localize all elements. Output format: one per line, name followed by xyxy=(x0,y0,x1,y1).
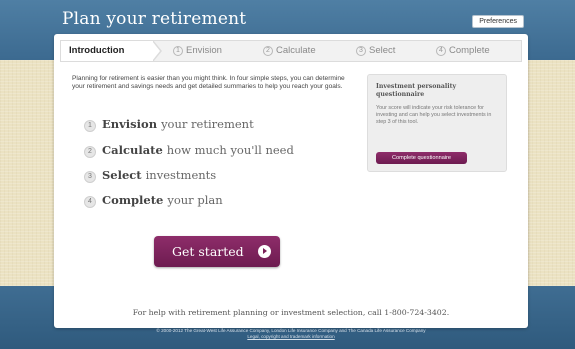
get-started-label: Get started xyxy=(172,244,244,259)
step-number-icon: 2 xyxy=(263,46,273,56)
step-rest: investments xyxy=(145,168,217,182)
step-strong: Calculate xyxy=(102,143,163,157)
step-item: 1 Envision your retirement xyxy=(84,117,254,133)
tab-calculate[interactable]: 2 Calculate xyxy=(263,41,316,61)
footer: © 2000-2012 The Great-West Life Assuranc… xyxy=(54,328,528,340)
step-rest: how much you'll need xyxy=(166,143,294,157)
app-title: Plan your retirement xyxy=(62,9,247,29)
step-item: 3 Select investments xyxy=(84,168,216,184)
preferences-button[interactable]: Preferences xyxy=(472,15,524,28)
tab-label: Introduction xyxy=(69,45,125,56)
step-number-icon: 3 xyxy=(356,46,366,56)
questionnaire-text: Your score will indicate your risk toler… xyxy=(376,105,492,125)
complete-questionnaire-button[interactable]: Complete questionnaire xyxy=(376,152,467,164)
tab-label: Calculate xyxy=(276,45,316,56)
tab-arrow xyxy=(152,41,160,61)
tab-envision[interactable]: 1 Envision xyxy=(173,41,222,61)
questionnaire-box: Investment personality questionnaire You… xyxy=(367,74,507,172)
legal-link[interactable]: Legal, copyright and trademark informati… xyxy=(54,334,528,340)
arrow-right-icon xyxy=(258,245,271,258)
tab-complete[interactable]: 4 Complete xyxy=(436,41,490,61)
step-item: 4 Complete your plan xyxy=(84,193,223,209)
tab-label: Envision xyxy=(186,45,222,56)
step-number-icon: 4 xyxy=(84,196,96,208)
step-rest: your retirement xyxy=(161,117,254,131)
tab-select[interactable]: 3 Select xyxy=(356,41,395,61)
step-number-icon: 1 xyxy=(84,120,96,132)
app-frame: Plan your retirement Preferences Introdu… xyxy=(54,0,528,349)
step-item: 2 Calculate how much you'll need xyxy=(84,143,294,159)
step-number-icon: 3 xyxy=(84,171,96,183)
step-strong: Complete xyxy=(102,193,164,207)
step-strong: Select xyxy=(102,168,142,182)
main-panel: Introduction 1 Envision 2 Calculate 3 Selec… xyxy=(54,34,528,328)
step-number-icon: 2 xyxy=(84,146,96,158)
questionnaire-title: Investment personality questionnaire xyxy=(376,83,457,98)
help-text: For help with retirement planning or inv… xyxy=(132,308,450,317)
step-rest: your plan xyxy=(167,193,223,207)
step-number-icon: 4 xyxy=(436,46,446,56)
tab-introduction[interactable]: Introduction xyxy=(61,41,153,61)
step-strong: Envision xyxy=(102,117,158,131)
step-number-icon: 1 xyxy=(173,46,183,56)
get-started-button[interactable]: Get started xyxy=(154,236,280,267)
intro-text: Planning for retirement is easier than y… xyxy=(72,75,345,91)
tab-label: Complete xyxy=(449,45,490,56)
tab-label: Select xyxy=(369,45,396,56)
step-tabbar: Introduction 1 Envision 2 Calculate 3 Selec… xyxy=(60,40,522,62)
